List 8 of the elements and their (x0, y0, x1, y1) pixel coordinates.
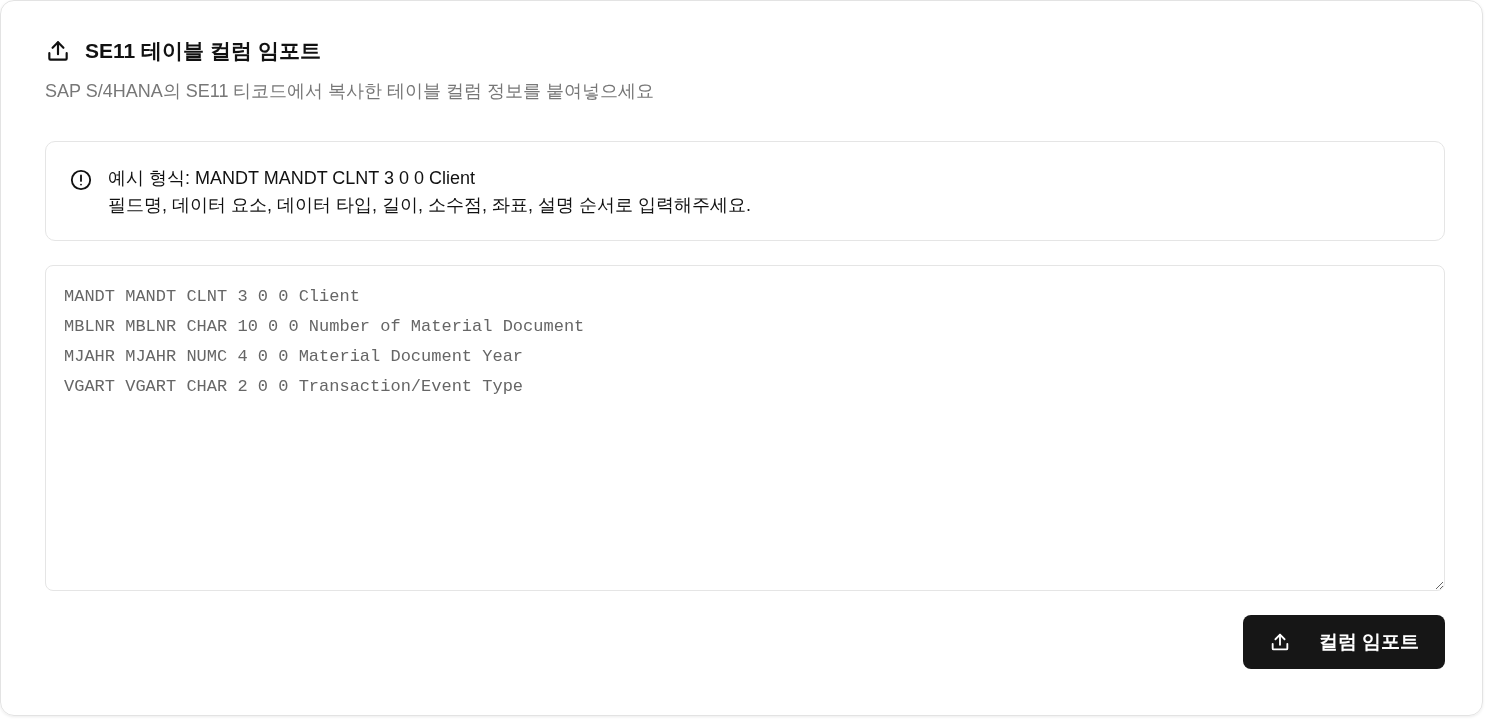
notice-text: 예시 형식: MANDT MANDT CLNT 3 0 0 Client (108, 167, 477, 190)
card-subtitle: SAP S/4HANA의 SE11 티코드에서 복사한 테이블 컬럼 정보를 붙여넣으세요 (45, 80, 656, 103)
alert-icon (70, 169, 92, 191)
input-field[interactable]: MANDT MANDT CLNT 3 0 0 Client MBLNR MBLNR CHAR 10 0 0 Number of Material Document MJAHR MJAHR NUMC 4 0 0 Material Document Year VGART VGART CHAR 2 0 0 Transaction/Event Type (45, 265, 1445, 591)
upload-icon (45, 38, 71, 64)
notice-text: 필드명, 데이터 요소, 데이터 타입, 길이, 소수점, 좌표, 설명 순서로 입력해주세요. (108, 194, 752, 217)
import-button[interactable]: 컬럼 임포트 (1242, 615, 1445, 669)
card-title: SE11 테이블 컬럼 임포트 (85, 38, 321, 64)
